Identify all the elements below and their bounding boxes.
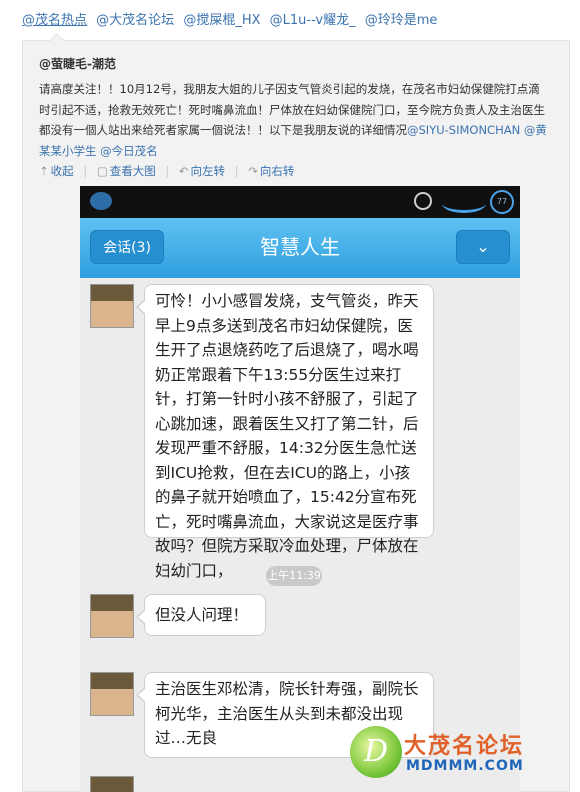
divider: | — [234, 164, 239, 178]
mention-link[interactable]: @茂名热点 — [22, 13, 87, 28]
battery-icon: 77 — [490, 190, 514, 214]
back-button[interactable]: 会话(3) — [90, 230, 164, 264]
post-author[interactable]: @萤睫毛-潮范 — [39, 55, 116, 72]
mention-link[interactable]: @搅屎棍_HX — [183, 13, 260, 28]
mention-list: @茂名热点 @大茂名论坛 @搅屎棍_HX @L1u--v耀龙_ @玲玲是me — [22, 9, 562, 33]
watermark-name: 大茂名论坛 — [404, 734, 525, 759]
rotate-right-button[interactable]: 向右转 — [260, 164, 295, 178]
collapse-icon: ⇡ — [39, 164, 49, 178]
menu-button[interactable]: ⌄ — [456, 230, 510, 264]
image-actions: ⇡ 收起 | ▢ 查看大图 | ↶ 向左转 | ↷ 向右转 — [39, 163, 294, 179]
message-bubble: 但没人问理！ — [136, 594, 266, 636]
app-header: 会话(3) 智慧人生 ⌄ — [80, 218, 520, 278]
collapse-button[interactable]: 收起 — [51, 164, 74, 178]
avatar[interactable] — [90, 776, 134, 792]
magnifier-icon: ▢ — [96, 164, 108, 178]
watermark-url: MDMMM.COM — [406, 758, 524, 774]
avatar[interactable] — [90, 284, 134, 328]
status-bar: 77 — [80, 186, 520, 218]
chevron-down-icon: ⌄ — [476, 237, 490, 256]
rotate-left-button[interactable]: 向左转 — [191, 164, 226, 178]
wings-icon — [442, 194, 486, 213]
tag-link[interactable]: @SIYU-SIMONCHAN — [407, 123, 520, 137]
attached-phone-screenshot[interactable]: 77 会话(3) 智慧人生 ⌄ 可怜！小小感冒发烧，支气管炎，昨天早上9点多送到… — [80, 186, 520, 792]
card-pointer — [49, 33, 65, 41]
avatar[interactable] — [90, 672, 134, 716]
rotate-left-icon: ↶ — [178, 164, 189, 178]
time-divider: 上午11:39 — [266, 566, 322, 586]
rotate-right-icon: ↷ — [248, 164, 258, 178]
divider: | — [165, 164, 170, 178]
forum-logo-icon: D — [350, 726, 402, 778]
view-large-button[interactable]: 查看大图 — [110, 164, 156, 178]
mention-link[interactable]: @大茂名论坛 — [96, 13, 174, 28]
avatar[interactable] — [90, 594, 134, 638]
tag-link[interactable]: @今日茂名 — [100, 144, 158, 158]
mention-link[interactable]: @玲玲是me — [365, 13, 438, 28]
mention-link[interactable]: @L1u--v耀龙_ — [270, 13, 356, 28]
app-notification-icon — [90, 192, 112, 210]
post-text-block: 请高度关注！！10月12号，我朋友大姐的儿子因支气管炎引起的发烧，在茂名市妇幼保… — [39, 79, 551, 161]
message-bubble: 可怜！小小感冒发烧，支气管炎，昨天早上9点多送到茂名市妇幼保健院，医生开了点退烧… — [136, 284, 434, 580]
alarm-icon — [414, 192, 432, 210]
divider: | — [83, 164, 88, 178]
